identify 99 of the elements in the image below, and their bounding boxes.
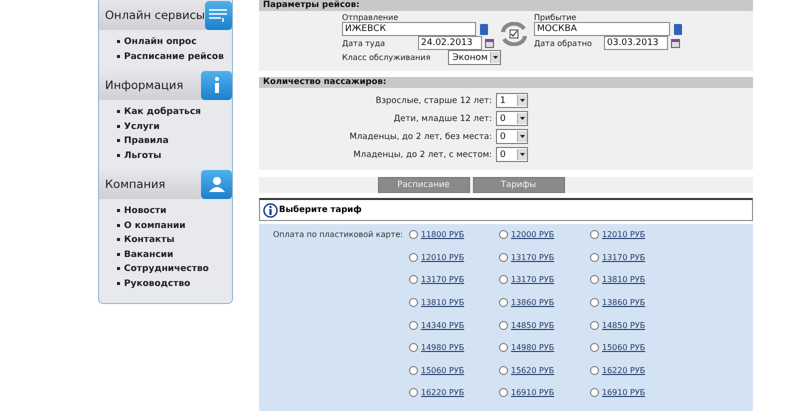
sidebar-link[interactable]: Контакты	[117, 234, 232, 248]
radio-button[interactable]	[499, 343, 508, 352]
swap-icon[interactable]	[500, 22, 528, 46]
info-icon	[263, 202, 278, 218]
radio-button[interactable]	[409, 275, 418, 284]
passenger-label: Взрослые, старше 12 лет:	[374, 96, 492, 106]
field-label: Класс обслуживания	[342, 53, 430, 62]
fare-option[interactable]: 16220 РУБ	[590, 366, 680, 375]
fare-option[interactable]: 13170 РУБ	[409, 275, 499, 284]
sidebar-link[interactable]: Сотрудничество	[117, 263, 232, 276]
radio-button[interactable]	[590, 275, 599, 284]
sidebar-link[interactable]: Вакансии	[117, 248, 232, 262]
radio-button[interactable]	[409, 366, 418, 375]
fare-option[interactable]: 14850 РУБ	[499, 320, 590, 330]
fare-option[interactable]: 15620 РУБ	[499, 366, 590, 375]
radio-button[interactable]	[590, 298, 599, 308]
input-field[interactable]: 24.02.2013	[418, 36, 482, 50]
fare-option[interactable]: 14980 РУБ	[409, 343, 499, 352]
fare-option[interactable]: 16910 РУБ	[499, 388, 590, 398]
notice-text: Выберите тариф	[279, 205, 362, 216]
radio-button[interactable]	[590, 252, 599, 262]
radio-button[interactable]	[499, 252, 508, 262]
fare-option[interactable]: 14340 РУБ	[409, 320, 499, 330]
calendar-icon[interactable]	[671, 38, 680, 48]
caret-icon	[520, 153, 525, 156]
fare-option[interactable]: 13810 РУБ	[590, 275, 680, 284]
count-select[interactable]: 0	[496, 129, 528, 144]
count-select[interactable]: 0	[496, 147, 528, 162]
sidebar-link[interactable]: Новости	[117, 205, 232, 218]
count-select[interactable]: 1	[496, 93, 528, 108]
caret-icon	[520, 135, 525, 138]
field-label: Дата обратно	[534, 38, 592, 48]
radio-button[interactable]	[499, 298, 508, 308]
radio-button[interactable]	[409, 320, 418, 330]
radio-button[interactable]	[499, 230, 508, 240]
fare-option[interactable]: 16220 РУБ	[409, 388, 499, 398]
sidebar-link[interactable]: Расписание рейсов	[117, 50, 232, 64]
field-label: Отправление	[342, 13, 400, 22]
sidebar-link[interactable]: Руководство	[117, 278, 232, 291]
passenger-label: Младенцы, до 2 лет, без места:	[348, 132, 492, 142]
book-icon[interactable]	[480, 24, 488, 34]
radio-button[interactable]	[409, 343, 418, 352]
section-header: Количество пассажиров:	[259, 77, 753, 88]
radio-button[interactable]	[590, 343, 599, 352]
radio-button[interactable]	[409, 252, 418, 262]
fare-option[interactable]: 14850 РУБ	[590, 320, 680, 330]
list-icon	[209, 8, 228, 22]
fare-option[interactable]: 15060 РУБ	[590, 343, 680, 352]
radio-button[interactable]	[409, 230, 418, 240]
sidebar-link[interactable]: Онлайн опрос	[117, 36, 232, 50]
sidebar-link[interactable]: Услуги	[117, 120, 232, 134]
caret-icon	[492, 56, 498, 59]
fare-option[interactable]: 15060 РУБ	[409, 366, 499, 375]
radio-button[interactable]	[499, 366, 508, 375]
section-title: Информация	[105, 78, 184, 92]
calendar-icon[interactable]	[485, 38, 494, 48]
radio-button[interactable]	[499, 388, 508, 398]
fare-option[interactable]: 13170 РУБ	[499, 275, 590, 284]
radio-button[interactable]	[409, 388, 418, 398]
radio-button[interactable]	[409, 298, 418, 308]
fare-option[interactable]: 13860 РУБ	[590, 298, 680, 308]
fare-option[interactable]: 13860 РУБ	[499, 298, 590, 308]
fare-option[interactable]: 13170 РУБ	[499, 252, 590, 262]
passenger-label: Младенцы, до 2 лет, с местом:	[352, 150, 492, 160]
book-icon[interactable]	[674, 24, 682, 34]
fare-option[interactable]: 12000 РУБ	[499, 230, 590, 240]
section-title: Онлайн сервисы	[105, 8, 205, 22]
caret-icon	[520, 117, 525, 120]
field-label: Дата туда	[342, 38, 386, 48]
radio-button[interactable]	[590, 388, 599, 398]
radio-button[interactable]	[590, 366, 599, 375]
sidebar-link[interactable]: Как добраться	[117, 106, 232, 120]
person-icon	[208, 176, 224, 192]
fare-label: Оплата по пластиковой карте:	[272, 230, 404, 240]
class-select[interactable]: Эконом	[448, 50, 501, 65]
input-field[interactable]: 03.03.2013	[604, 36, 668, 50]
fare-option[interactable]: 14980 РУБ	[499, 343, 590, 352]
info-icon	[214, 77, 220, 93]
passenger-label: Дети, младше 12 лет:	[392, 114, 492, 124]
fare-option[interactable]: 12010 РУБ	[409, 252, 499, 262]
fare-option[interactable]: 13810 РУБ	[409, 298, 499, 308]
fare-option[interactable]: 16910 РУБ	[590, 388, 680, 398]
fare-option[interactable]: 13170 РУБ	[590, 252, 680, 262]
sidebar-link[interactable]: Правила	[117, 135, 232, 148]
section-header: Параметры рейсов:	[259, 0, 753, 11]
input-field[interactable]: МОСКВА	[534, 22, 670, 36]
radio-button[interactable]	[499, 320, 508, 330]
sidebar-link[interactable]: О компании	[117, 220, 232, 233]
field-label: Прибытие	[534, 13, 578, 22]
radio-button[interactable]	[499, 275, 508, 284]
section-title: Компания	[105, 177, 166, 191]
radio-button[interactable]	[590, 230, 599, 240]
caret-icon	[520, 99, 525, 102]
fare-option[interactable]: 12010 РУБ	[590, 230, 680, 240]
input-field[interactable]: ИЖЕВСК	[342, 22, 476, 36]
radio-button[interactable]	[590, 320, 599, 330]
count-select[interactable]: 0	[496, 111, 528, 126]
sidebar-link[interactable]: Льготы	[117, 150, 232, 163]
fare-option[interactable]: 11800 РУБ	[409, 230, 499, 240]
